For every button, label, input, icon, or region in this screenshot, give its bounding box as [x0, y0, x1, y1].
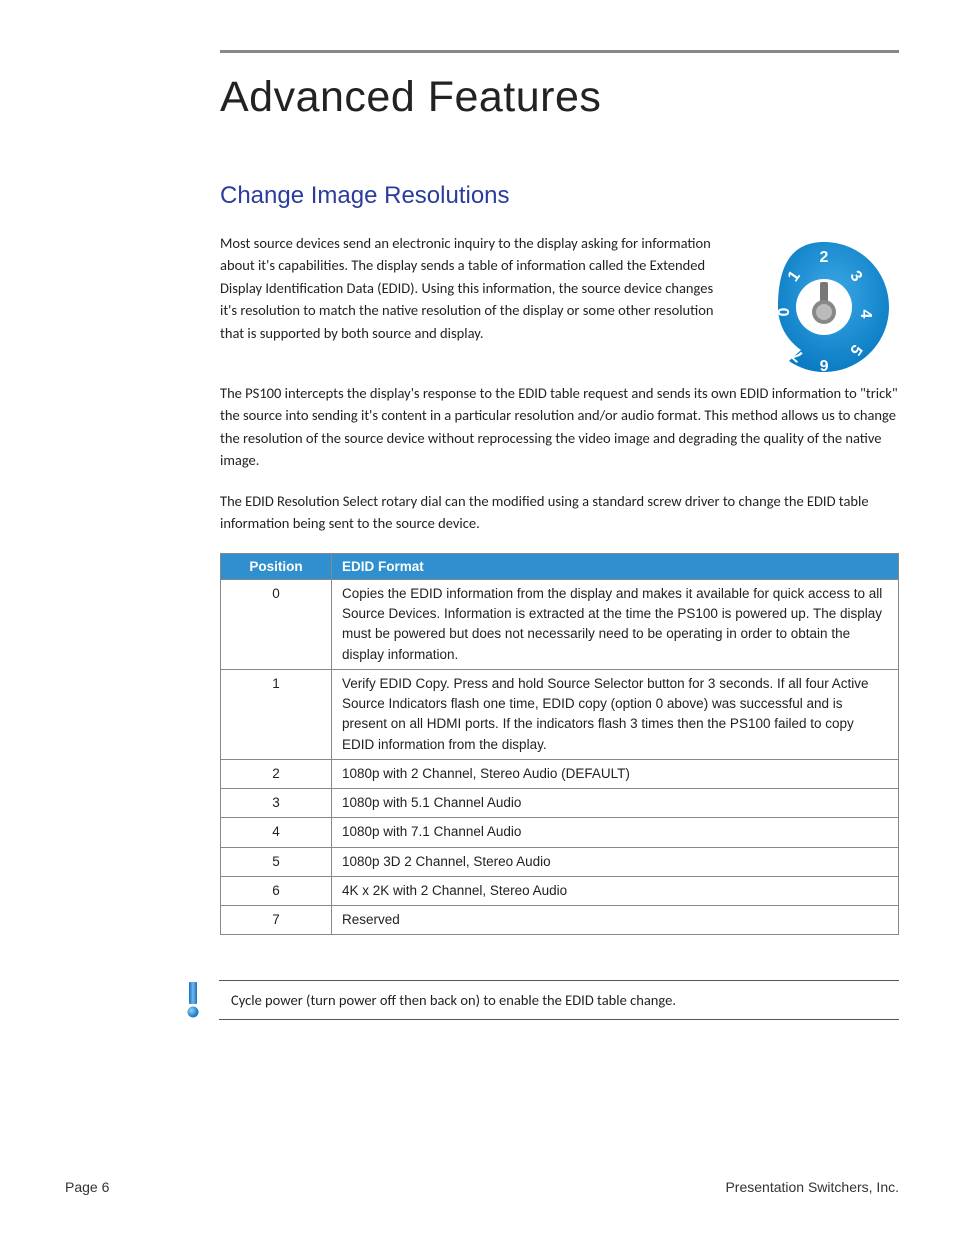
paragraph-2: The PS100 intercepts the display's respo… — [220, 382, 899, 472]
table-row: 21080p with 2 Channel, Stereo Audio (DEF… — [221, 759, 899, 788]
content-block: Most source devices send an electronic i… — [220, 232, 899, 935]
intro-text: Most source devices send an electronic i… — [220, 232, 729, 362]
table-row: 31080p with 5.1 Channel Audio — [221, 789, 899, 818]
dial-label-4: 4 — [857, 310, 874, 319]
note-text: Cycle power (turn power off then back on… — [219, 980, 899, 1020]
important-icon — [185, 982, 201, 1018]
rotary-dial-icon: 0 1 2 3 4 5 6 7 — [749, 232, 899, 382]
intro-row: Most source devices send an electronic i… — [220, 232, 899, 382]
page-footer: Page 6 Presentation Switchers, Inc. — [65, 1179, 899, 1195]
section-heading: Change Image Resolutions — [220, 182, 899, 210]
top-rule — [220, 50, 899, 53]
dial-label-6: 6 — [819, 356, 828, 373]
table-row: 41080p with 7.1 Channel Audio — [221, 818, 899, 847]
document-page: Advanced Features Change Image Resolutio… — [0, 0, 954, 1235]
table-row: 64K x 2K with 2 Channel, Stereo Audio — [221, 876, 899, 905]
page-title: Advanced Features — [220, 73, 899, 122]
footer-right: Presentation Switchers, Inc. — [725, 1179, 899, 1195]
table-header-position: Position — [221, 553, 332, 579]
table-row: 51080p 3D 2 Channel, Stereo Audio — [221, 847, 899, 876]
dial-label-2: 2 — [820, 249, 829, 266]
footer-left: Page 6 — [65, 1179, 109, 1195]
note-row: Cycle power (turn power off then back on… — [185, 980, 899, 1020]
table-row: 1Verify EDID Copy. Press and hold Source… — [221, 669, 899, 759]
table-row: 7Reserved — [221, 906, 899, 935]
paragraph-1: Most source devices send an electronic i… — [220, 232, 729, 344]
paragraph-3: The EDID Resolution Select rotary dial c… — [220, 490, 899, 535]
dial-label-0: 0 — [776, 307, 793, 316]
table-header-format: EDID Format — [332, 553, 899, 579]
edid-table: Position EDID Format 0Copies the EDID in… — [220, 553, 899, 936]
table-row: 0Copies the EDID information from the di… — [221, 579, 899, 669]
